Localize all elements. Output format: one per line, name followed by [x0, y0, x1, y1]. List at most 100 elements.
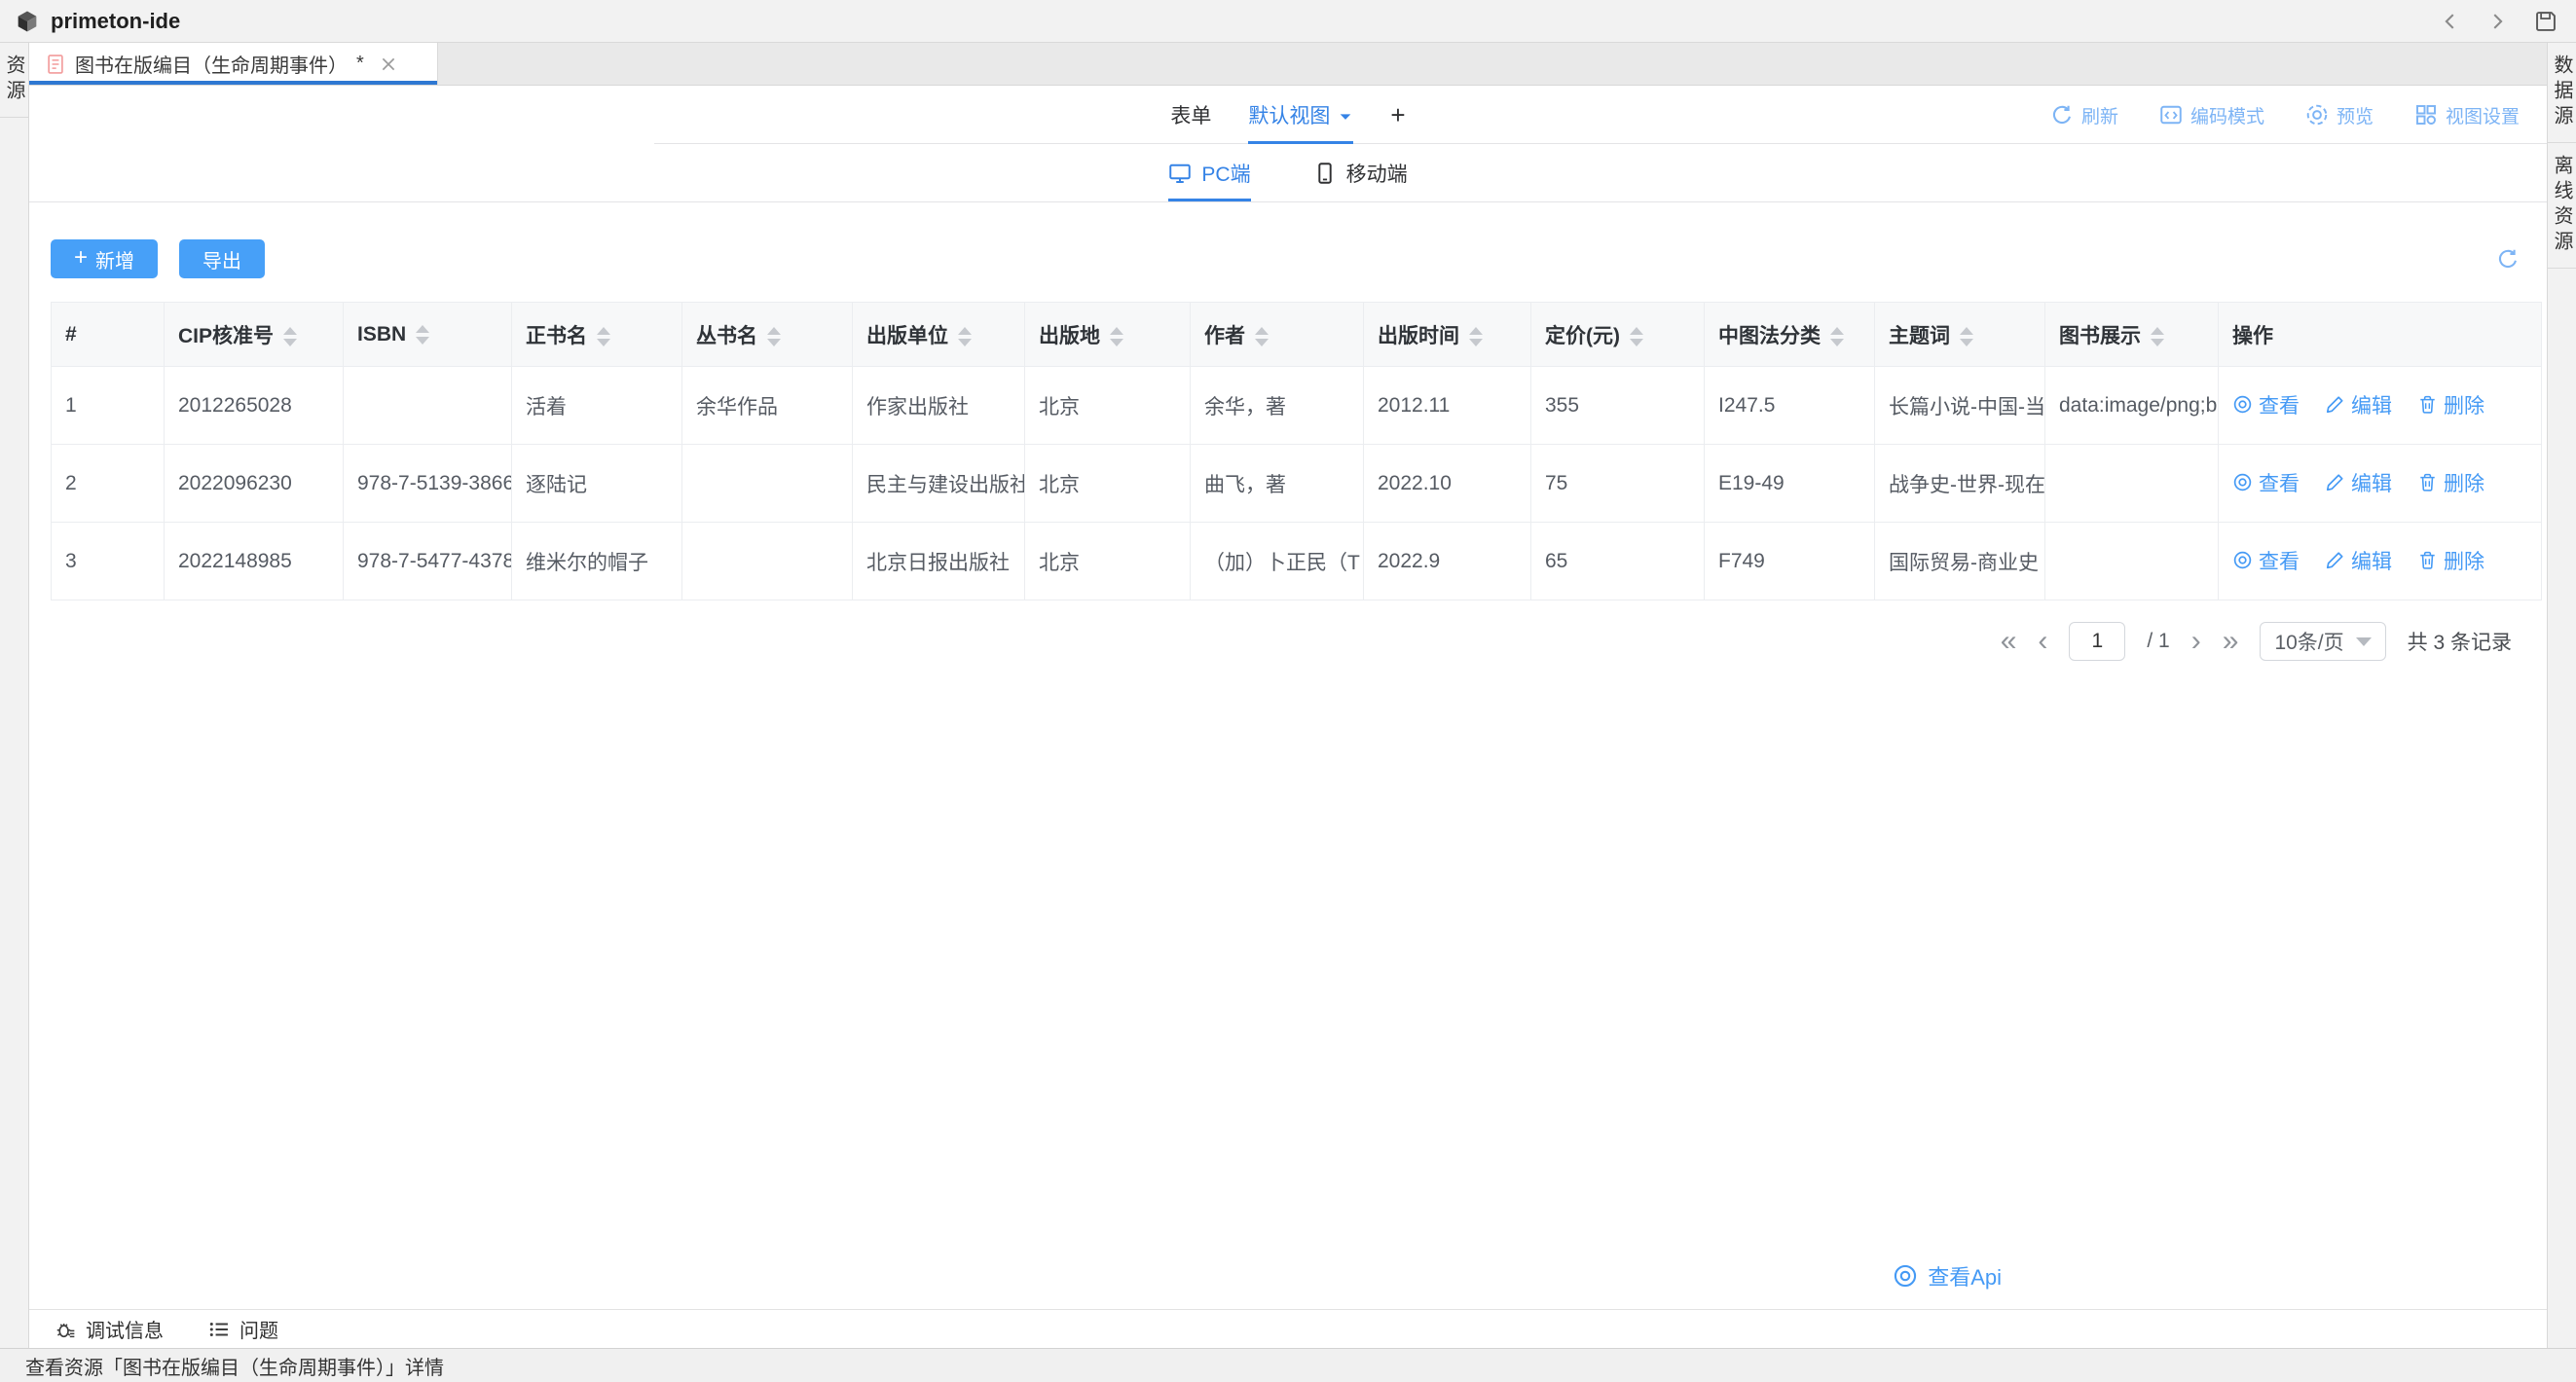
table-cell: 作家出版社	[853, 367, 1025, 445]
view-tabs-row: 表单 默认视图 + 刷新	[29, 86, 2547, 144]
sort-icon[interactable]	[416, 325, 429, 345]
view-action-link[interactable]: 查看	[2232, 390, 2300, 419]
column-header[interactable]: CIP核准号	[165, 303, 344, 367]
sort-icon[interactable]	[1630, 327, 1643, 346]
table-cell: I247.5	[1705, 367, 1875, 445]
problems-button[interactable]: 问题	[208, 1315, 278, 1343]
add-button-label: 新增	[95, 245, 134, 273]
row-actions: 查看 编辑删除	[2219, 523, 2542, 600]
add-view-button[interactable]: +	[1390, 86, 1405, 144]
row-actions: 查看 编辑删除	[2219, 445, 2542, 523]
pencil-icon	[2325, 550, 2345, 570]
edit-action-link[interactable]: 编辑	[2325, 468, 2392, 497]
column-header[interactable]: 作者	[1191, 303, 1364, 367]
sort-icon[interactable]	[1960, 327, 1973, 346]
nav-forward-icon[interactable]	[2486, 11, 2508, 32]
sort-icon[interactable]	[1830, 327, 1844, 346]
column-header[interactable]: ISBN	[344, 303, 512, 367]
page-count-label: / 1	[2147, 630, 2169, 653]
first-page-button[interactable]: «	[2001, 627, 2017, 656]
column-label: 正书名	[526, 325, 587, 347]
column-header[interactable]: 主题词	[1875, 303, 2045, 367]
edit-action-link[interactable]: 编辑	[2325, 546, 2392, 575]
column-header[interactable]: 图书展示	[2045, 303, 2219, 367]
sidebar-item-offline-resources[interactable]: 离线资源	[2548, 143, 2576, 269]
pagination: « ‹ / 1 › » 10条/页 共 3 条记录	[29, 622, 2512, 661]
tab-mobile[interactable]: 移动端	[1313, 144, 1408, 201]
view-action-link[interactable]: 查看	[2232, 546, 2300, 575]
table-refresh-icon[interactable]	[2496, 247, 2520, 271]
delete-action-label: 删除	[2444, 390, 2484, 419]
view-action-link[interactable]: 查看	[2232, 468, 2300, 497]
column-header[interactable]: 出版地	[1025, 303, 1191, 367]
sidebar-item-datasource-label: 数据源	[2548, 55, 2576, 130]
last-page-button[interactable]: »	[2223, 627, 2239, 656]
preview-label: 预览	[2337, 102, 2374, 128]
column-label: 操作	[2232, 325, 2273, 347]
preview-button[interactable]: 预览	[2305, 102, 2374, 128]
column-header[interactable]: 出版时间	[1364, 303, 1531, 367]
column-header[interactable]: 丛书名	[682, 303, 853, 367]
sort-icon[interactable]	[597, 327, 610, 346]
sort-icon[interactable]	[958, 327, 972, 346]
tab-default-view-label: 默认视图	[1248, 100, 1330, 129]
column-header[interactable]: 正书名	[512, 303, 682, 367]
tab-pc[interactable]: PC端	[1168, 144, 1250, 201]
next-page-button[interactable]: ›	[2191, 627, 2201, 656]
editor-tab[interactable]: 图书在版编目（生命周期事件） *	[29, 43, 438, 85]
table-cell: 北京	[1025, 445, 1191, 523]
sort-icon[interactable]	[1110, 327, 1123, 346]
sort-icon[interactable]	[283, 327, 297, 346]
tab-form[interactable]: 表单	[1170, 86, 1211, 144]
prev-page-button[interactable]: ‹	[2038, 627, 2047, 656]
debug-info-button[interactable]: 调试信息	[55, 1315, 164, 1343]
sort-icon[interactable]	[767, 327, 781, 346]
close-tab-icon[interactable]	[379, 55, 398, 74]
edit-action-label: 编辑	[2351, 468, 2392, 497]
column-label: 出版地	[1039, 325, 1100, 347]
column-header: #	[52, 303, 165, 367]
column-header[interactable]: 中图法分类	[1705, 303, 1875, 367]
refresh-label: 刷新	[2081, 102, 2118, 128]
table-cell: 65	[1531, 523, 1705, 600]
table-header-row: #CIP核准号ISBN 正书名 丛书名出版单位出版地 作者 出版时间定价(元) 中图法分类…	[52, 303, 2542, 367]
code-mode-button[interactable]: 编码模式	[2159, 102, 2264, 128]
export-button[interactable]: 导出	[179, 239, 265, 278]
eye-icon	[2232, 550, 2253, 570]
chevron-down-icon	[1338, 109, 1353, 125]
edit-action-link[interactable]: 编辑	[2325, 390, 2392, 419]
trash-icon	[2417, 550, 2438, 570]
delete-action-link[interactable]: 删除	[2417, 468, 2484, 497]
table-cell: 战争史-世界-现在	[1875, 445, 2045, 523]
delete-action-link[interactable]: 删除	[2417, 546, 2484, 575]
sidebar-item-datasource[interactable]: 数据源	[2548, 43, 2576, 143]
table-cell: 2022.9	[1364, 523, 1531, 600]
column-header[interactable]: 定价(元)	[1531, 303, 1705, 367]
column-label: 定价(元)	[1545, 325, 1620, 347]
tab-default-view[interactable]: 默认视图	[1248, 86, 1353, 144]
nav-back-icon[interactable]	[2440, 11, 2461, 32]
table-cell	[344, 367, 512, 445]
table-cell: F749	[1705, 523, 1875, 600]
table-cell: 活着	[512, 367, 682, 445]
sidebar-item-resources[interactable]: 资源	[0, 43, 28, 118]
edit-action-label: 编辑	[2351, 546, 2392, 575]
page-input[interactable]	[2069, 622, 2125, 661]
view-action-label: 查看	[2259, 468, 2300, 497]
table-cell: 978-7-5477-4378	[344, 523, 512, 600]
delete-action-link[interactable]: 删除	[2417, 390, 2484, 419]
debug-info-label: 调试信息	[86, 1315, 164, 1343]
column-label: 作者	[1204, 325, 1245, 347]
table-cell: 北京日报出版社	[853, 523, 1025, 600]
sort-icon[interactable]	[2151, 327, 2164, 346]
view-settings-button[interactable]: 视图设置	[2414, 102, 2520, 128]
column-header[interactable]: 出版单位	[853, 303, 1025, 367]
sort-icon[interactable]	[1255, 327, 1269, 346]
view-api-link[interactable]: 查看Api	[1893, 1260, 2002, 1291]
page-size-select[interactable]: 10条/页	[2260, 622, 2385, 661]
table-cell: 国际贸易-商业史	[1875, 523, 2045, 600]
add-button[interactable]: + 新增	[51, 239, 158, 278]
save-icon[interactable]	[2533, 9, 2558, 34]
refresh-button[interactable]: 刷新	[2050, 102, 2118, 128]
sort-icon[interactable]	[1469, 327, 1483, 346]
